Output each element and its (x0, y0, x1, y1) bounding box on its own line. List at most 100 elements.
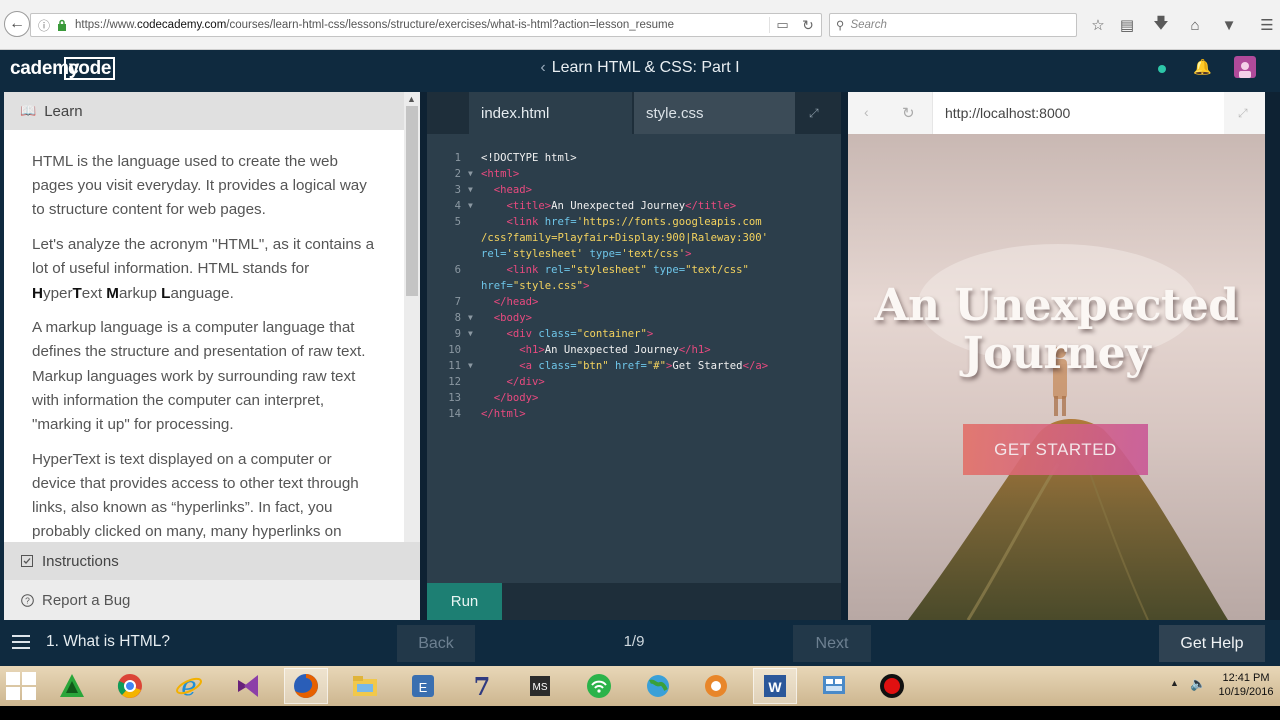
bookmark-star-icon[interactable]: ☆ (1087, 14, 1109, 36)
lesson-navigation: 1. What is HTML? Back 1/9 Next Get Help (0, 620, 1280, 666)
lesson-paragraph: HTML is the language used to create the … (32, 153, 367, 219)
preview-heading: An Unexpected Journey (874, 280, 1239, 379)
globe-network-icon[interactable] (636, 668, 680, 704)
lesson-name[interactable]: 1. What is HTML? (46, 633, 170, 651)
expand-icon[interactable]: ⤢ (1238, 106, 1248, 121)
volume-icon[interactable]: 🔈 (1190, 676, 1206, 692)
course-title[interactable]: ‹ Learn HTML & CSS: Part I (0, 59, 1280, 77)
scrollbar-thumb[interactable] (406, 106, 418, 296)
learn-panel: 📖 Learn HTML is the language used to cre… (0, 92, 420, 620)
visual-studio-icon[interactable] (226, 668, 270, 704)
chevron-left-icon: ‹ (540, 59, 546, 76)
tab-index-html[interactable]: index.html (469, 92, 632, 134)
system-clock[interactable]: 12:41 PM 10/19/2016 (1214, 671, 1278, 699)
windows-taskbar: e E 7 MS W ▲ 🔈 12:41 PM 10/19/2016 (0, 666, 1280, 706)
reload-icon[interactable]: ↻ (902, 104, 915, 122)
online-status-icon (1158, 65, 1166, 73)
hamburger-menu-icon[interactable] (12, 635, 30, 649)
internet-explorer-icon[interactable]: e (167, 668, 211, 704)
reader-view-icon[interactable]: ▭ (769, 17, 795, 33)
translator-app-icon[interactable]: E (401, 668, 445, 704)
browser-toolbar: ← ⓘ https://www.codecademy.com/courses/l… (0, 0, 1280, 50)
windows-start-icon[interactable] (4, 670, 36, 702)
line-number: 8 (454, 312, 461, 324)
seven-zip-icon[interactable]: 7 (460, 668, 504, 704)
fold-arrow-icon[interactable]: ▼ (468, 310, 473, 326)
fold-arrow-icon[interactable]: ▼ (468, 198, 473, 214)
line-number: 10 (448, 344, 461, 356)
reading-list-icon[interactable]: ▤ (1116, 14, 1138, 36)
fold-arrow-icon[interactable]: ▼ (468, 166, 473, 182)
browser-back-button[interactable]: ← (4, 11, 30, 37)
settings-wheel-icon[interactable] (694, 668, 738, 704)
control-panel-icon[interactable] (812, 668, 856, 704)
line-number: 9 (454, 328, 461, 340)
back-button[interactable]: Back (397, 625, 475, 662)
notifications-bell-icon[interactable]: 🔔 (1193, 58, 1212, 78)
wifi-hotspot-icon[interactable] (577, 668, 621, 704)
line-number: 5 (454, 216, 461, 228)
line-number: 11 (448, 360, 461, 372)
ms-access-icon[interactable]: MS (518, 668, 562, 704)
menu-icon[interactable]: ☰ (1256, 14, 1278, 36)
svg-text:e: e (181, 672, 196, 700)
preview-get-started-button[interactable]: GET STARTED (963, 424, 1148, 475)
svg-text:E: E (419, 680, 428, 695)
pocket-icon[interactable]: ▼ (1218, 14, 1240, 36)
book-icon: 📖 (20, 103, 37, 118)
next-button[interactable]: Next (793, 625, 871, 662)
fold-arrow-icon[interactable]: ▼ (468, 358, 473, 374)
svg-text:W: W (768, 679, 782, 695)
site-info-icon[interactable]: ⓘ (35, 17, 53, 34)
lesson-paragraph: Let's analyze the acronym "HTML", as it … (32, 236, 375, 302)
url-text[interactable]: https://www.codecademy.com/courses/learn… (75, 19, 769, 31)
search-input[interactable]: ⚲ Search (829, 13, 1077, 37)
code-editor: index.html style.css ⤢ 1 <!DOCTYPE html> … (427, 92, 841, 620)
download-icon[interactable]: 🡇 (1150, 14, 1172, 36)
word-icon[interactable]: W (753, 668, 797, 704)
file-explorer-icon[interactable] (343, 668, 387, 704)
lesson-paragraph: A markup language is a computer language… (32, 319, 366, 434)
line-number: 4 (454, 200, 461, 212)
expand-icon[interactable]: ⤢ (809, 106, 819, 121)
editor-tabs: index.html style.css ⤢ (427, 92, 841, 134)
line-number: 13 (448, 392, 461, 404)
run-button[interactable]: Run (427, 583, 502, 620)
lesson-text: HTML is the language used to create the … (4, 130, 404, 542)
svg-text:?: ? (25, 595, 30, 605)
line-number: 12 (448, 376, 461, 388)
address-bar[interactable]: ⓘ https://www.codecademy.com/courses/lea… (30, 13, 822, 37)
report-bug-button[interactable]: ? Report a Bug (4, 580, 420, 620)
code-text[interactable]: 1 <!DOCTYPE html> 2 ▼ <html> 3 ▼ <head> 4 ▼ <… (427, 150, 841, 422)
fold-arrow-icon[interactable]: ▼ (468, 182, 473, 198)
learn-header: 📖 Learn (4, 92, 404, 130)
preview-page: An Unexpected Journey GET STARTED (848, 134, 1265, 620)
search-icon: ⚲ (836, 20, 845, 32)
instructions-toggle[interactable]: Instructions (4, 542, 420, 580)
tab-style-css[interactable]: style.css (634, 92, 795, 134)
codecademy-header: code cademy ‹ Learn HTML & CSS: Part I 🔔 (0, 50, 1280, 92)
preview-url-field[interactable]: http://localhost:8000 (932, 92, 1224, 134)
run-bar: Run (427, 583, 841, 620)
scroll-up-icon[interactable]: ▲ (407, 94, 416, 104)
preview-panel: ‹ ↻ http://localhost:8000 ⤢ An Unexpecte… (848, 92, 1265, 620)
help-circle-icon: ? (20, 593, 34, 607)
reload-icon[interactable]: ↻ (795, 17, 821, 34)
home-icon[interactable]: ⌂ (1184, 14, 1206, 36)
checkbox-icon (20, 554, 34, 568)
tray-expand-icon[interactable]: ▲ (1170, 678, 1179, 688)
line-number: 14 (448, 408, 461, 420)
firefox-icon[interactable] (284, 668, 328, 704)
fold-arrow-icon[interactable]: ▼ (468, 326, 473, 342)
chrome-icon[interactable] (108, 668, 152, 704)
lesson-scrollbar[interactable]: ▲ (404, 92, 420, 542)
avatar[interactable] (1234, 56, 1256, 78)
get-help-button[interactable]: Get Help (1159, 625, 1265, 662)
chevron-left-icon[interactable]: ‹ (864, 104, 869, 120)
green-triangle-app-icon[interactable] (50, 668, 94, 704)
preview-toolbar: ‹ ↻ http://localhost:8000 ⤢ (848, 92, 1265, 134)
line-number: 3 (454, 184, 461, 196)
line-number: 2 (454, 168, 461, 180)
screen-recorder-icon[interactable] (870, 668, 914, 704)
svg-text:7: 7 (474, 672, 491, 700)
